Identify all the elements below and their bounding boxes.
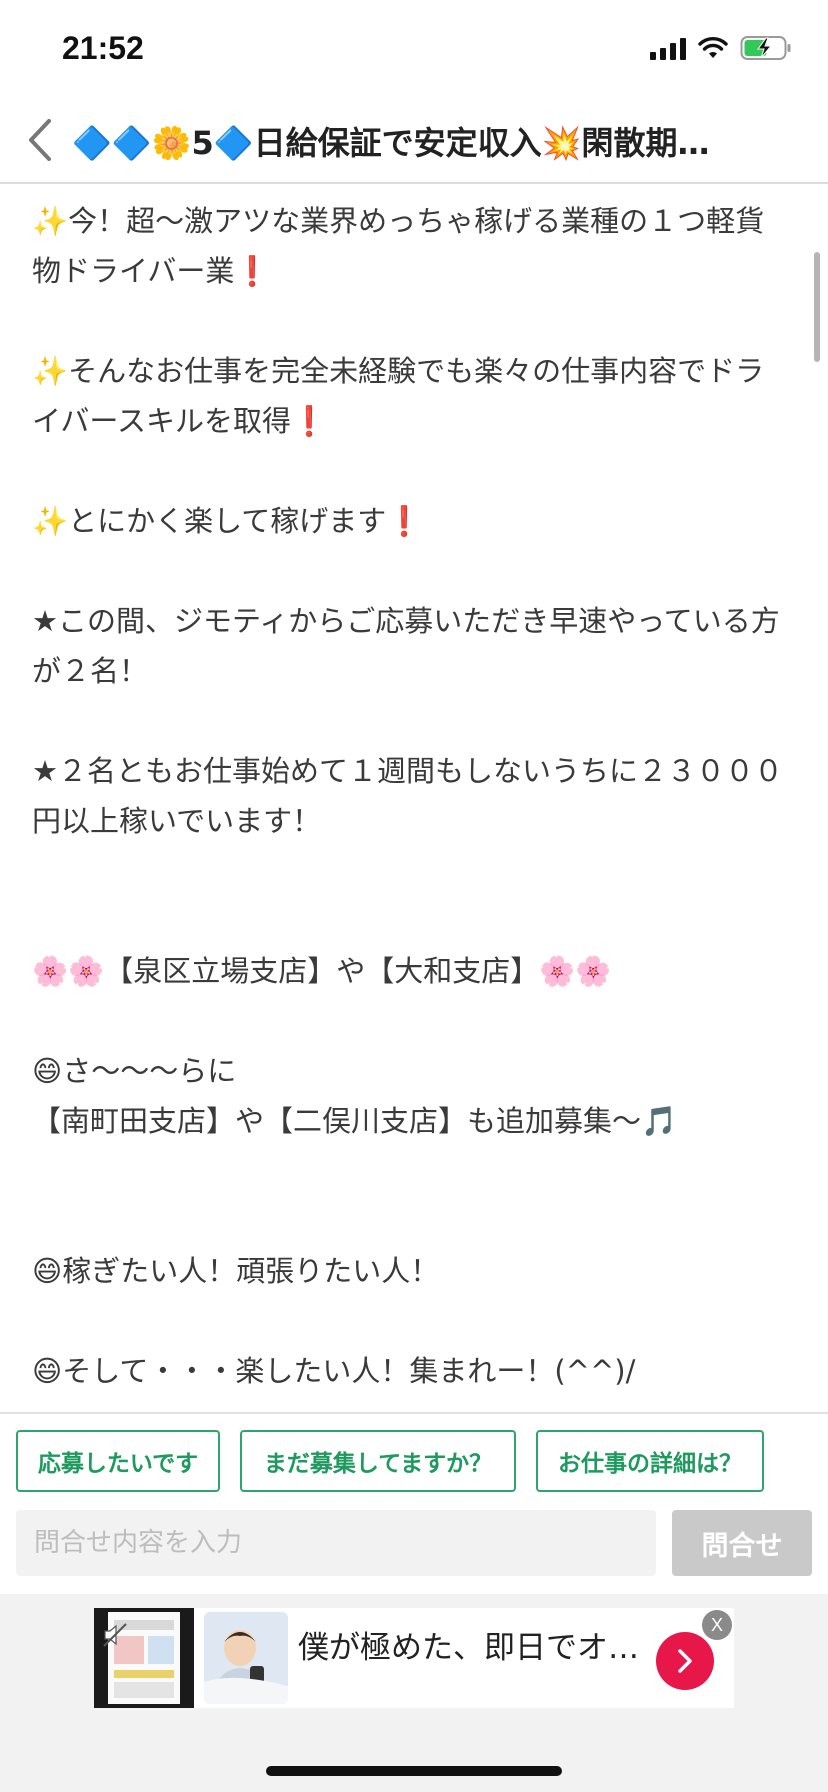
inquiry-submit-button[interactable]: 問合せ bbox=[672, 1510, 812, 1576]
inquiry-input[interactable] bbox=[16, 1510, 656, 1576]
nav-bar: 🔷🔷🌼5🔷日給保証で安定収入💥閑散期… bbox=[0, 96, 828, 184]
inquiry-panel: 応募したいです まだ募集してますか？ お仕事の詳細は？ 問合せ bbox=[0, 1412, 828, 1592]
signal-icon bbox=[650, 36, 686, 60]
ad-text: 僕が極めた、即日でオ… bbox=[298, 1630, 639, 1666]
ad-area: 僕が極めた、即日でオ… X bbox=[0, 1594, 828, 1792]
status-bar: 21:52 bbox=[0, 0, 828, 96]
post-content[interactable]: ✨今！超〜激アツな業界めっちゃ稼げる業種の１つ軽貨物ドライバー業❗ ✨そんなお仕… bbox=[0, 186, 828, 1412]
back-button[interactable] bbox=[12, 110, 68, 170]
chevron-left-icon bbox=[29, 119, 51, 161]
page-title: 🔷🔷🌼5🔷日給保証で安定収入💥閑散期… bbox=[72, 124, 710, 162]
mute-icon[interactable] bbox=[102, 1622, 128, 1648]
ad-close-button[interactable]: X bbox=[702, 1610, 732, 1640]
status-icons bbox=[650, 34, 792, 62]
ad-image bbox=[204, 1612, 288, 1704]
ad-open-button[interactable] bbox=[656, 1632, 714, 1690]
wifi-icon bbox=[698, 37, 728, 58]
post-body: ✨今！超〜激アツな業界めっちゃ稼げる業種の１つ軽貨物ドライバー業❗ ✨そんなお仕… bbox=[32, 204, 783, 1388]
status-time: 21:52 bbox=[62, 30, 144, 66]
battery-charging-icon bbox=[740, 36, 791, 60]
ad-banner[interactable]: 僕が極めた、即日でオ… X bbox=[94, 1608, 734, 1708]
quick-reply-details-button[interactable]: お仕事の詳細は？ bbox=[536, 1430, 764, 1492]
scrollbar[interactable] bbox=[814, 252, 820, 362]
chevron-right-icon bbox=[678, 1649, 692, 1673]
home-indicator bbox=[266, 1766, 562, 1776]
ad-video-thumbnail[interactable] bbox=[94, 1608, 194, 1708]
quick-reply-apply-button[interactable]: 応募したいです bbox=[16, 1430, 220, 1492]
quick-reply-still-hiring-button[interactable]: まだ募集してますか？ bbox=[240, 1430, 516, 1492]
